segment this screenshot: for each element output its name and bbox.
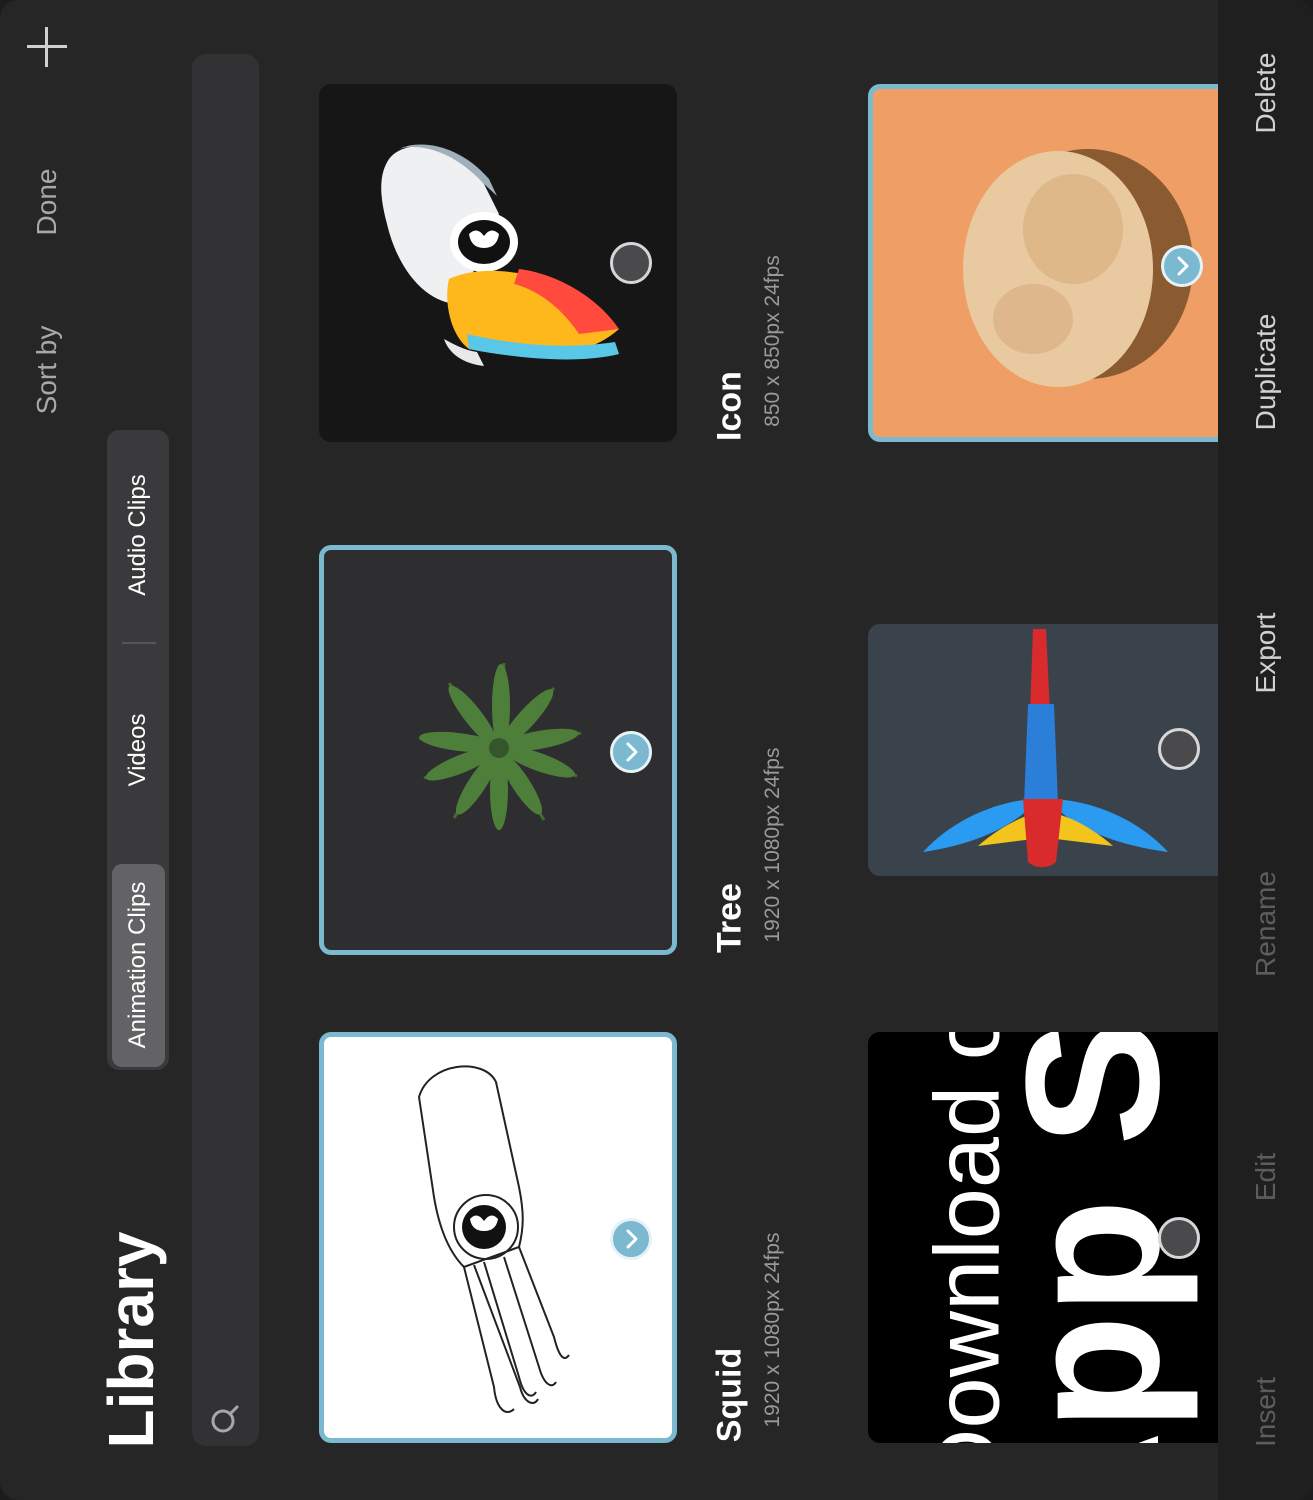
selection-check[interactable]	[1161, 245, 1203, 287]
rename-button[interactable]: Rename	[1250, 871, 1282, 977]
clip-thumbnail-parrot[interactable]	[868, 624, 1218, 876]
clip-thumbnail-potato[interactable]	[868, 84, 1228, 442]
clip-thumbnail-squid[interactable]	[319, 1032, 677, 1443]
chevron-right-icon	[626, 1229, 638, 1249]
clip-title-tree: Tree	[710, 883, 749, 953]
chevron-right-icon	[626, 742, 638, 762]
insert-button[interactable]: Insert	[1250, 1377, 1282, 1447]
action-toolbar	[1218, 0, 1313, 1500]
edit-button[interactable]: Edit	[1250, 1153, 1282, 1201]
selection-check[interactable]	[610, 731, 652, 773]
selection-check[interactable]	[610, 1218, 652, 1260]
add-icon[interactable]	[24, 24, 70, 70]
duplicate-button[interactable]: Duplicate	[1250, 314, 1282, 431]
clip-meta-tree: 1920 x 1080px 24fps	[761, 747, 784, 943]
selection-circle[interactable]	[1158, 1217, 1200, 1259]
clip-meta-squid: 1920 x 1080px 24fps	[761, 1232, 784, 1428]
delete-button[interactable]: Delete	[1250, 53, 1282, 134]
export-button[interactable]: Export	[1250, 613, 1282, 694]
page-title: Library	[95, 1231, 167, 1449]
search-icon	[211, 1405, 239, 1433]
tab-videos[interactable]: Videos	[124, 714, 152, 787]
tab-audio-clips[interactable]: Audio Clips	[124, 474, 152, 595]
clip-thumbnail-tree[interactable]	[319, 545, 677, 955]
clip-title-icon: Icon	[710, 371, 749, 441]
segment-divider	[122, 642, 156, 644]
selection-circle[interactable]	[610, 242, 652, 284]
clip-thumbnail-banner[interactable]: Download o App St	[868, 1032, 1218, 1443]
selection-circle[interactable]	[1158, 728, 1200, 770]
clip-thumbnail-icon[interactable]	[319, 84, 677, 442]
tab-animation-clips-label: Animation Clips	[124, 881, 151, 1049]
library-panel: Done Sort by Library Animation Clips Vid…	[0, 0, 1313, 1500]
chevron-right-icon	[1177, 256, 1189, 276]
search-input[interactable]	[192, 54, 259, 1446]
done-button[interactable]: Done	[31, 169, 63, 236]
sort-by-button[interactable]: Sort by	[31, 326, 63, 415]
clip-title-squid: Squid	[710, 1347, 749, 1443]
clip-meta-icon: 850 x 850px 24fps	[761, 255, 784, 427]
